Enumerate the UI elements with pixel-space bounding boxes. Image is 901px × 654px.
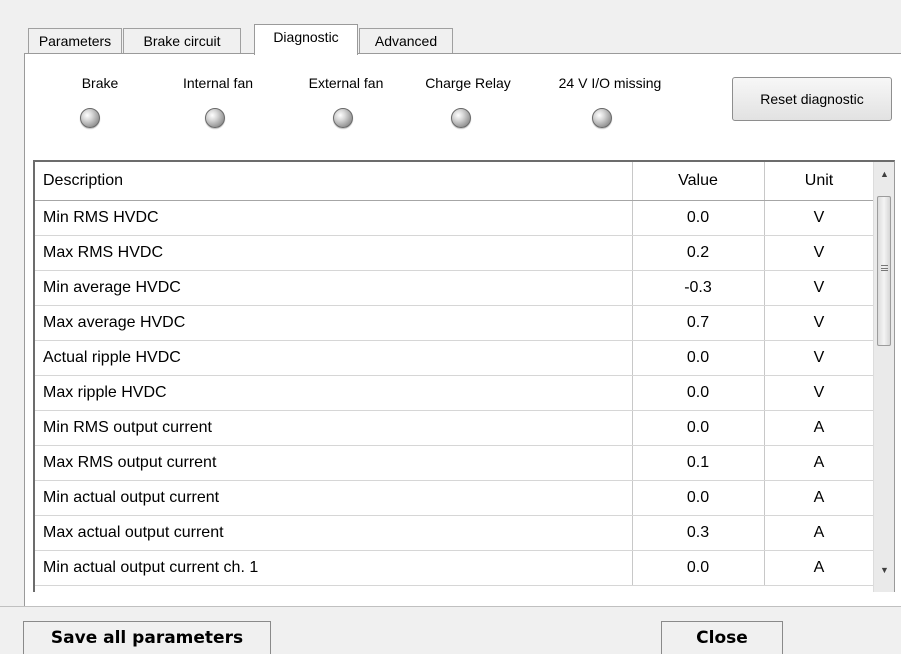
table-header-row: Description Value Unit	[35, 162, 875, 201]
indicator-label: 24 V I/O missing	[558, 75, 662, 91]
indicator-internal-fan: Internal fan	[168, 75, 268, 91]
table-row[interactable]: Max RMS output current 0.1 A	[35, 445, 875, 481]
cell-value: -0.3	[632, 270, 765, 306]
scroll-up-arrow-icon[interactable]: ▲	[874, 164, 894, 184]
indicator-24v-io-missing: 24 V I/O missing	[540, 75, 680, 91]
cell-value: 0.0	[632, 480, 765, 516]
cell-unit: V	[764, 200, 875, 236]
indicator-charge-relay: Charge Relay	[408, 75, 528, 91]
table-row[interactable]: Max ripple HVDC 0.0 V	[35, 375, 875, 411]
cell-unit: A	[764, 445, 875, 481]
cell-description: Max RMS output current	[35, 445, 633, 481]
cell-unit: A	[764, 480, 875, 516]
tab-brake-circuit[interactable]: Brake circuit	[123, 28, 241, 53]
cell-value: 0.7	[632, 305, 765, 341]
indicator-brake: Brake	[60, 75, 140, 91]
table-row[interactable]: Min actual output current 0.0 A	[35, 480, 875, 516]
indicator-label: Internal fan	[182, 75, 254, 91]
table-row[interactable]: Min RMS HVDC 0.0 V	[35, 200, 875, 236]
cell-unit: V	[764, 375, 875, 411]
tab-parameters[interactable]: Parameters	[28, 28, 122, 53]
cell-description: Min actual output current	[35, 480, 633, 516]
cell-value: 0.3	[632, 515, 765, 551]
scrollbar-thumb[interactable]	[877, 196, 891, 346]
24v-io-missing-led-icon	[592, 108, 612, 128]
cell-value: 0.0	[632, 410, 765, 446]
table-row[interactable]: Min average HVDC -0.3 V	[35, 270, 875, 306]
indicator-label: External fan	[308, 75, 384, 91]
cell-value: 0.0	[632, 550, 765, 586]
diagnostic-grid: Description Value Unit Min RMS HVDC 0.0 …	[35, 162, 875, 586]
cell-description: Min RMS output current	[35, 410, 633, 446]
reset-diagnostic-button[interactable]: Reset diagnostic	[732, 77, 892, 121]
indicator-label: Charge Relay	[425, 75, 511, 91]
table-row[interactable]: Max RMS HVDC 0.2 V	[35, 235, 875, 271]
charge-relay-led-icon	[451, 108, 471, 128]
vertical-scrollbar[interactable]: ▲ ▼	[873, 162, 894, 592]
cell-value: 0.0	[632, 375, 765, 411]
cell-description: Min actual output current ch. 1	[35, 550, 633, 586]
cell-description: Min average HVDC	[35, 270, 633, 306]
cell-value: 0.0	[632, 340, 765, 376]
tab-diagnostic[interactable]: Diagnostic	[254, 24, 358, 55]
close-button[interactable]: Close	[661, 621, 783, 654]
table-row[interactable]: Min RMS output current 0.0 A	[35, 410, 875, 446]
divider	[0, 606, 901, 607]
indicator-label: Brake	[81, 75, 119, 91]
cell-unit: A	[764, 515, 875, 551]
cell-description: Min RMS HVDC	[35, 200, 633, 236]
column-header-value[interactable]: Value	[632, 162, 765, 201]
cell-unit: A	[764, 550, 875, 586]
column-header-description[interactable]: Description	[35, 162, 633, 201]
cell-unit: V	[764, 305, 875, 341]
indicator-external-fan: External fan	[296, 75, 396, 91]
diagnostic-table: Description Value Unit Min RMS HVDC 0.0 …	[33, 160, 895, 592]
brake-led-icon	[80, 108, 100, 128]
cell-value: 0.2	[632, 235, 765, 271]
scroll-down-arrow-icon[interactable]: ▼	[874, 560, 894, 580]
cell-description: Max ripple HVDC	[35, 375, 633, 411]
cell-description: Max average HVDC	[35, 305, 633, 341]
tab-advanced[interactable]: Advanced	[359, 28, 453, 53]
save-all-parameters-button[interactable]: Save all parameters	[23, 621, 271, 654]
cell-description: Actual ripple HVDC	[35, 340, 633, 376]
table-row[interactable]: Actual ripple HVDC 0.0 V	[35, 340, 875, 376]
external-fan-led-icon	[333, 108, 353, 128]
cell-unit: V	[764, 340, 875, 376]
table-row[interactable]: Max average HVDC 0.7 V	[35, 305, 875, 341]
cell-description: Max actual output current	[35, 515, 633, 551]
cell-value: 0.1	[632, 445, 765, 481]
cell-unit: V	[764, 270, 875, 306]
cell-unit: V	[764, 235, 875, 271]
cell-unit: A	[764, 410, 875, 446]
cell-value: 0.0	[632, 200, 765, 236]
column-header-unit[interactable]: Unit	[764, 162, 875, 201]
table-row[interactable]: Min actual output current ch. 1 0.0 A	[35, 550, 875, 586]
table-row[interactable]: Max actual output current 0.3 A	[35, 515, 875, 551]
grip-icon	[881, 265, 888, 271]
internal-fan-led-icon	[205, 108, 225, 128]
cell-description: Max RMS HVDC	[35, 235, 633, 271]
